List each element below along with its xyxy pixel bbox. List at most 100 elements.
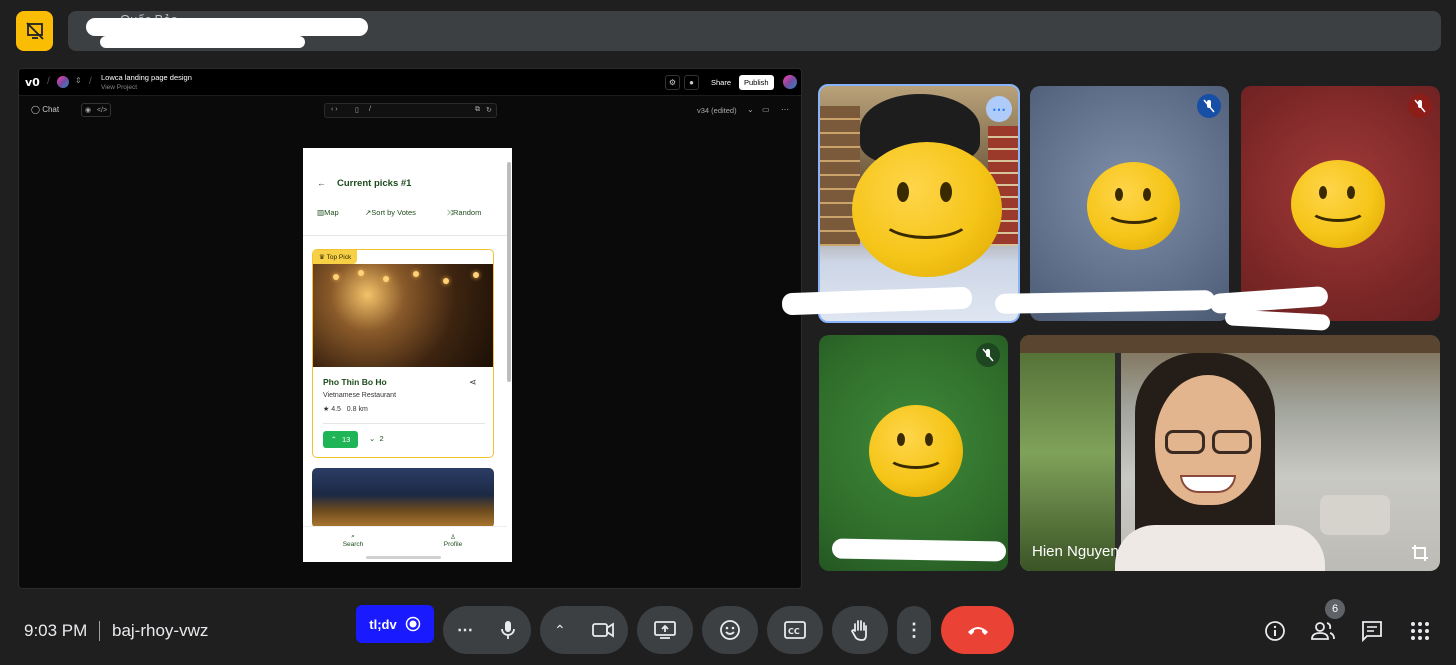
more-icon[interactable]: ⋯ xyxy=(781,105,789,114)
github-icon[interactable]: ● xyxy=(684,75,699,90)
redaction-mark xyxy=(831,538,1007,562)
video-tile-active-speaker[interactable]: ⋯ xyxy=(818,84,1020,323)
camera-icon[interactable] xyxy=(592,622,614,638)
chevron-down-icon: ⌄ xyxy=(369,434,376,443)
presentation-icon[interactable] xyxy=(16,11,53,51)
reactions-button[interactable] xyxy=(702,606,758,654)
crop-icon[interactable] xyxy=(1408,541,1432,565)
mic-icon[interactable] xyxy=(499,620,517,640)
captions-icon: CC xyxy=(784,621,806,639)
eye-icon[interactable]: ◉ xyxy=(85,106,91,114)
preview-url-bar[interactable]: ‹ › ▯ / ⧉ ↻ xyxy=(324,103,497,118)
top-pick-badge: ♛ Top Pick xyxy=(313,250,358,264)
activities-button[interactable] xyxy=(1408,619,1432,643)
tldv-recorder-button[interactable]: tl;dv xyxy=(356,605,434,643)
smiley-face-mask xyxy=(1087,162,1180,250)
refresh-icon[interactable]: ↻ xyxy=(486,106,492,114)
v0-preview-toolbar: ◯ Chat ◉ </> ‹ › ▯ / ⧉ ↻ v34 (edited) ⌄ … xyxy=(19,97,801,123)
restaurant-card[interactable]: ♛ Top Pick Pho Thin Bo Ho ⋖ Vietnamese R… xyxy=(312,249,494,458)
window-frame xyxy=(1115,335,1121,571)
workspace-avatar[interactable] xyxy=(57,76,69,88)
chat-bubble-icon: ◯ xyxy=(31,105,40,114)
home-indicator xyxy=(366,556,441,559)
share-button[interactable]: Share xyxy=(706,75,736,90)
back-arrow-icon[interactable]: ← xyxy=(317,178,326,188)
video-tile[interactable] xyxy=(819,335,1008,571)
record-icon xyxy=(405,616,420,632)
layout-icon[interactable]: ▭ xyxy=(762,105,770,114)
v0-logo[interactable]: v0 xyxy=(25,76,40,89)
scrollbar[interactable] xyxy=(507,162,511,382)
project-subtitle[interactable]: View Project xyxy=(101,84,137,91)
smiley-face-mask xyxy=(1291,160,1385,248)
chevron-up-icon[interactable]: ⌃ xyxy=(554,622,566,639)
raise-hand-button[interactable] xyxy=(832,606,888,654)
video-tile[interactable] xyxy=(1030,86,1229,321)
info-icon xyxy=(1265,621,1285,641)
meeting-info-button[interactable] xyxy=(1263,619,1287,643)
nav-search[interactable]: ⌕ Search xyxy=(333,533,373,548)
divider xyxy=(99,621,100,641)
v0-topbar: v0 / ⇕ / Lowca landing page design View … xyxy=(19,69,801,96)
phone-preview: ← Current picks #1 ▥ Map ↗ Sort by Votes… xyxy=(303,148,512,562)
divider xyxy=(303,235,507,236)
view-toggle[interactable]: ◉ </> xyxy=(81,103,111,117)
more-vert-icon: ⋮ xyxy=(905,620,923,640)
captions-button[interactable]: CC xyxy=(767,606,823,654)
publish-button[interactable]: Publish xyxy=(739,75,774,90)
chat-button[interactable] xyxy=(1360,619,1384,643)
profile-icon: ♙ xyxy=(450,534,456,541)
tab-map[interactable]: ▥ Map xyxy=(317,208,339,217)
restaurant-card-photo[interactable] xyxy=(312,468,494,528)
mic-control-group: ⋯ xyxy=(443,606,531,654)
people-button[interactable] xyxy=(1311,619,1335,643)
window-trees xyxy=(1020,335,1115,571)
more-options-button[interactable]: ⋮ xyxy=(897,606,931,654)
chevron-updown-icon[interactable]: ⇕ xyxy=(75,76,82,85)
people-icon xyxy=(1311,622,1335,640)
tab-sort-votes[interactable]: ↗ Sort by Votes xyxy=(365,208,416,217)
audio-options-icon[interactable]: ⋯ xyxy=(457,620,473,640)
leave-call-button[interactable] xyxy=(941,606,1014,654)
divider xyxy=(323,423,485,424)
code-icon[interactable]: </> xyxy=(97,107,107,114)
ceiling xyxy=(1020,335,1440,353)
downvote-button[interactable]: ⌄ 2 xyxy=(369,434,384,443)
upvote-button[interactable]: ⌃ 13 xyxy=(323,431,358,448)
breadcrumb-separator: / xyxy=(89,76,92,87)
device-icon[interactable]: ▯ xyxy=(355,106,359,114)
video-tile-hien-nguyen[interactable]: Hien Nguyen xyxy=(1020,335,1440,571)
mic-off-icon xyxy=(976,343,1000,367)
meeting-controls: 9:03 PM baj-rhoy-vwz tl;dv ⋯ ⌃ CC ⋮ xyxy=(0,600,1456,665)
version-selector[interactable]: v34 (edited) xyxy=(697,106,737,115)
armchair xyxy=(1320,495,1390,535)
chevron-down-icon[interactable]: ⌄ xyxy=(747,105,754,114)
meeting-code: baj-rhoy-vwz xyxy=(112,621,209,640)
chat-icon xyxy=(1362,621,1382,642)
tab-random-label: Random xyxy=(453,208,482,217)
more-options-icon[interactable]: ⋯ xyxy=(986,96,1012,122)
smiley-face-mask xyxy=(852,142,1002,277)
nav-profile[interactable]: ♙ Profile xyxy=(433,533,473,548)
restaurant-type: Vietnamese Restaurant xyxy=(323,392,397,399)
meeting-time: 9:03 PM xyxy=(24,621,88,640)
present-screen-button[interactable] xyxy=(637,606,693,654)
redaction-mark xyxy=(994,290,1216,314)
apps-grid-icon xyxy=(1411,622,1429,640)
settings-icon[interactable]: ⚙ xyxy=(665,75,680,90)
nav-arrows-icon[interactable]: ‹ › xyxy=(331,106,338,113)
tab-random[interactable]: ⤨ Random xyxy=(447,208,481,218)
share-icon[interactable]: ⋖ xyxy=(469,377,477,388)
presentation-bar: Quốc Bảo xyxy=(0,0,1456,62)
user-avatar[interactable] xyxy=(783,75,797,89)
video-tile[interactable] xyxy=(1241,86,1440,321)
open-external-icon[interactable]: ⧉ xyxy=(475,106,480,114)
glasses-lens xyxy=(1212,430,1252,454)
restaurant-photo xyxy=(313,264,493,367)
chat-button[interactable]: ◯ Chat xyxy=(31,105,59,114)
participant-name: Hien Nguyen xyxy=(1032,543,1119,560)
project-title[interactable]: Lowca landing page design xyxy=(101,73,192,82)
top-pick-label: Top Pick xyxy=(326,253,352,261)
trophy-icon: ♛ xyxy=(319,254,327,261)
mic-off-icon xyxy=(1408,94,1432,118)
